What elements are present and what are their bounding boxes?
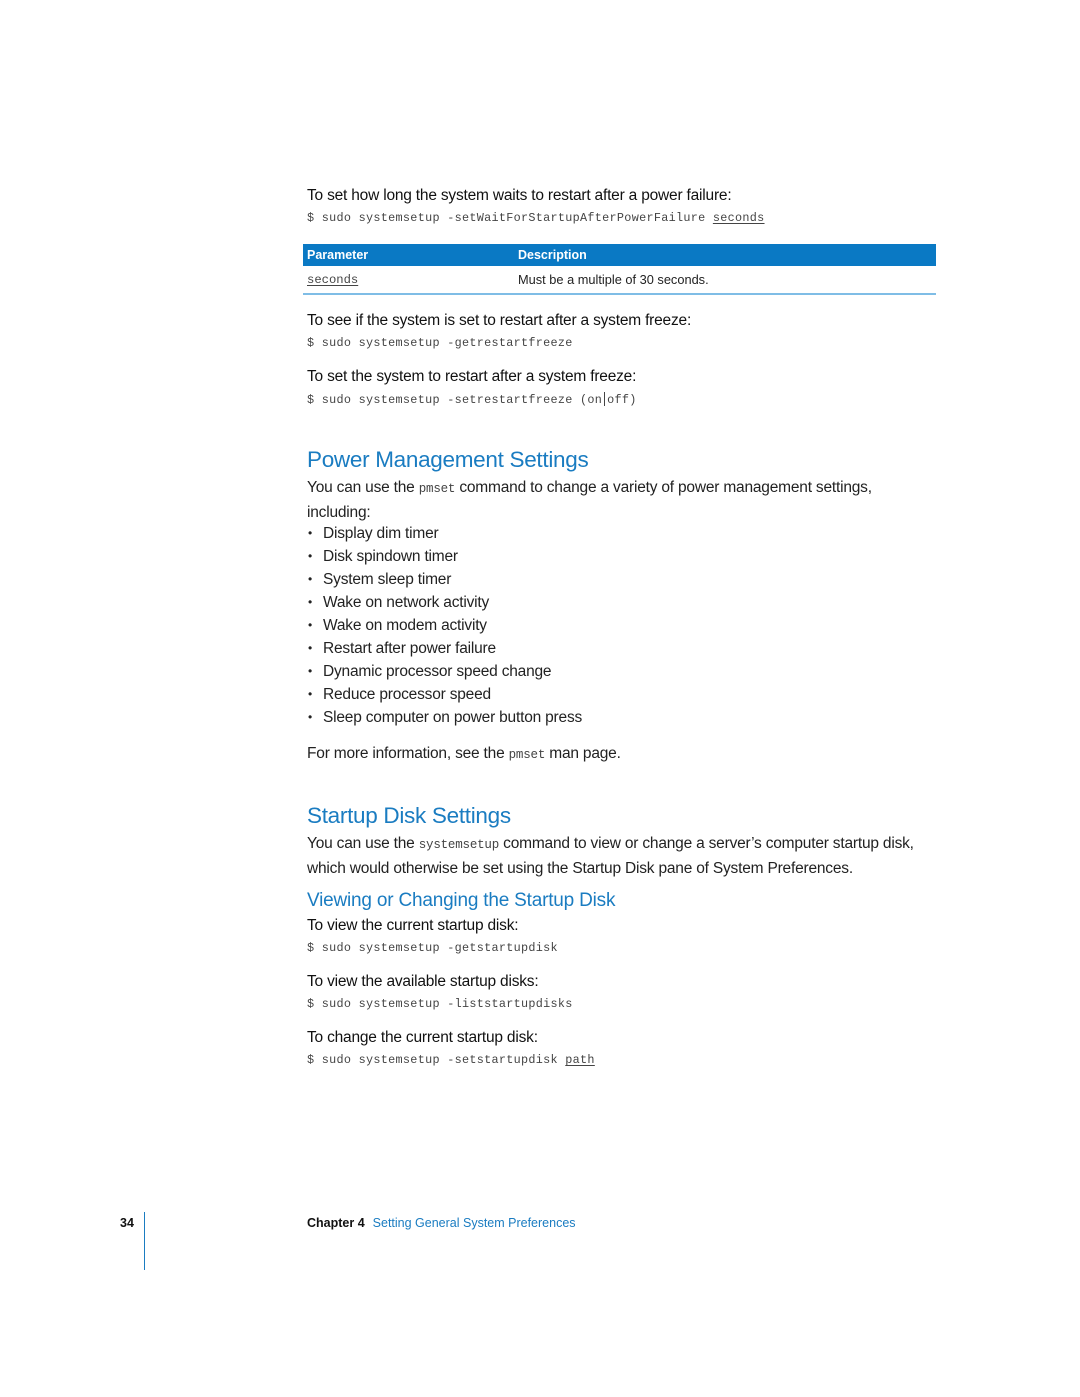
command-text: $ sudo systemsetup -setrestartfreeze (on [307, 393, 603, 407]
column-header-parameter: Parameter [307, 248, 369, 262]
intro-text: You can use the [307, 479, 419, 496]
list-item: • Reduce processor speed [307, 683, 582, 706]
cell-parameter: seconds [307, 273, 359, 287]
list-item: • Wake on network activity [307, 591, 582, 614]
footer-divider [144, 1212, 145, 1270]
bullet-icon: • [308, 526, 313, 540]
list-item-label: Display dim timer [323, 525, 439, 542]
command-set-startup-disk: $ sudo systemsetup -setstartupdisk path [307, 1053, 595, 1067]
bullet-icon: • [308, 710, 313, 724]
task-heading-get-restart-freeze: To see if the system is set to restart a… [307, 312, 692, 329]
list-item: • Restart after power failure [307, 637, 582, 660]
pipe-separator [604, 392, 606, 406]
more-info-text: For more information, see the [307, 745, 509, 762]
command-set-wait-power-failure: $ sudo systemsetup -setWaitForStartupAft… [307, 211, 765, 225]
cell-description: Must be a multiple of 30 seconds. [518, 272, 709, 287]
startup-disk-intro: You can use the systemsetup command to v… [307, 832, 942, 880]
task-heading-set-restart-freeze: To set the system to restart after a sys… [307, 368, 637, 385]
inline-code-pmset: pmset [418, 482, 456, 496]
list-item: • Dynamic processor speed change [307, 660, 582, 683]
command-get-restart-freeze: $ sudo systemsetup -getrestartfreeze [307, 336, 573, 350]
power-management-more-info: For more information, see the pmset man … [307, 742, 621, 767]
task-heading-restart-power-failure: To set how long the system waits to rest… [307, 187, 732, 204]
bullet-icon: • [308, 595, 313, 609]
list-item: • Disk spindown timer [307, 545, 582, 568]
table-row: seconds Must be a multiple of 30 seconds… [303, 266, 936, 295]
list-item: • Sleep computer on power button press [307, 706, 582, 729]
section-heading-power-management: Power Management Settings [307, 447, 589, 472]
chapter-title: Setting General System Preferences [372, 1216, 576, 1230]
bullet-icon: • [308, 687, 313, 701]
task-heading-view-current-startup-disk: To view the current startup disk: [307, 917, 519, 934]
list-item: • System sleep timer [307, 568, 582, 591]
page-number: 34 [120, 1216, 134, 1230]
table-header: Parameter Description [303, 244, 936, 266]
task-heading-view-available-startup-disks: To view the available startup disks: [307, 973, 539, 990]
list-item-label: Disk spindown timer [323, 548, 458, 565]
more-info-text-rest: man page. [545, 745, 621, 762]
list-item-label: System sleep timer [323, 571, 452, 588]
bullet-icon: • [308, 641, 313, 655]
inline-code-pmset: pmset [508, 748, 546, 762]
command-arg: path [565, 1053, 595, 1067]
footer-chapter: Chapter 4 Setting General System Preferen… [307, 1216, 576, 1230]
list-item-label: Reduce processor speed [323, 686, 491, 703]
bullet-icon: • [308, 549, 313, 563]
inline-code-systemsetup: systemsetup [418, 838, 500, 852]
power-management-list: • Display dim timer • Disk spindown timer … [307, 522, 582, 729]
subheading-viewing-changing-startup-disk: Viewing or Changing the Startup Disk [307, 890, 616, 911]
command-text: $ sudo systemsetup -setstartupdisk [307, 1053, 566, 1067]
list-item-label: Wake on modem activity [323, 617, 487, 634]
list-item: • Wake on modem activity [307, 614, 582, 637]
command-get-startup-disk: $ sudo systemsetup -getstartupdisk [307, 941, 558, 955]
task-heading-change-startup-disk: To change the current startup disk: [307, 1029, 538, 1046]
command-set-restart-freeze: $ sudo systemsetup -setrestartfreeze (on… [307, 392, 637, 407]
parameter-table: Parameter Description seconds Must be a … [303, 244, 936, 295]
intro-text: You can use the [307, 835, 419, 852]
section-heading-startup-disk: Startup Disk Settings [307, 803, 511, 828]
bullet-icon: • [308, 572, 313, 586]
command-arg: seconds [712, 211, 765, 225]
list-item-label: Wake on network activity [323, 594, 490, 611]
bullet-icon: • [308, 664, 313, 678]
list-item: • Display dim timer [307, 522, 582, 545]
command-list-startup-disks: $ sudo systemsetup -liststartupdisks [307, 997, 573, 1011]
bullet-icon: • [308, 618, 313, 632]
list-item-label: Sleep computer on power button press [323, 709, 583, 726]
power-management-intro: You can use the pmset command to change … [307, 476, 937, 524]
command-text-suffix: off) [607, 393, 637, 407]
list-item-label: Dynamic processor speed change [323, 663, 552, 680]
column-header-description: Description [518, 248, 587, 262]
command-text: $ sudo systemsetup -setWaitForStartupAft… [307, 211, 713, 225]
chapter-label: Chapter 4 [307, 1216, 365, 1230]
list-item-label: Restart after power failure [323, 640, 496, 657]
